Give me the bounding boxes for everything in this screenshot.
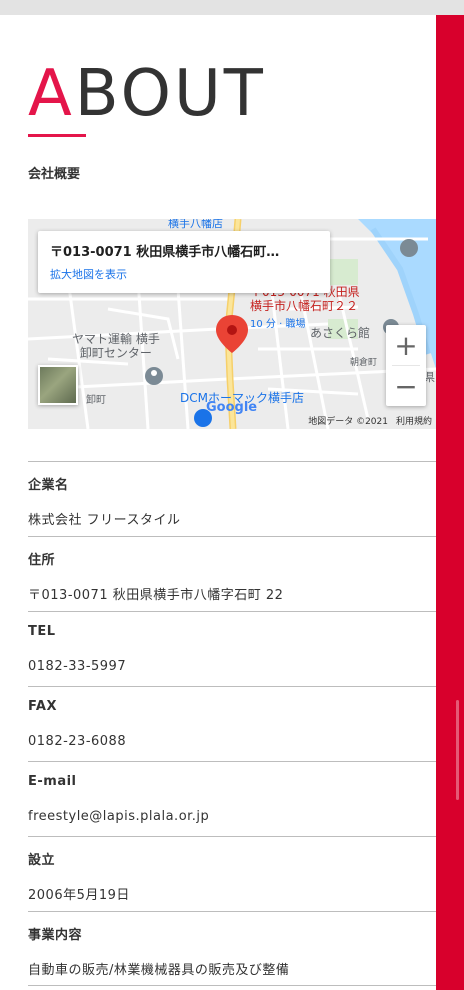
zoom-out-button[interactable]: −	[386, 366, 426, 406]
map-terms-link[interactable]: 利用規約	[396, 417, 432, 427]
google-map[interactable]: 〒013-0071 秋田県 横手市八幡石町２２ 10 分 · 職場 ヤマト運輸 …	[28, 219, 436, 429]
info-value: 0182-23-6088	[28, 734, 127, 749]
info-row-established: 設立 2006年5月19日	[28, 836, 436, 911]
info-row-business: 事業内容 自動車の販売/林業機械器具の販売及び整備	[28, 911, 436, 986]
map-poi-yamato-line1: ヤマト運輸 横手	[72, 332, 160, 346]
info-value: 自動車の販売/林業機械器具の販売及び整備	[28, 963, 290, 978]
map-zoom-controls: + −	[386, 325, 426, 406]
map-card-address: 〒013-0071 秋田県横手市八幡石町…	[50, 245, 280, 260]
info-label: 住所	[28, 553, 56, 568]
map-poi-oroshi: 卸町	[86, 395, 106, 406]
info-value: 0182-33-5997	[28, 659, 127, 674]
info-value: 〒013-0071 秋田県横手市八幡字石町 22	[28, 588, 284, 603]
page-title-rest: BOUT	[74, 57, 266, 131]
info-row-company: 企業名 株式会社 フリースタイル	[28, 461, 436, 536]
google-logo: Google	[206, 400, 258, 415]
info-value: 株式会社 フリースタイル	[28, 513, 181, 528]
info-label: 設立	[28, 853, 56, 868]
side-accent-bar	[436, 15, 464, 990]
info-label: 事業内容	[28, 928, 83, 943]
map-pin-label-line2: 横手市八幡石町２２	[250, 299, 359, 313]
zoom-in-button[interactable]: +	[386, 325, 426, 365]
scrollbar[interactable]	[456, 700, 459, 800]
company-info-table: 企業名 株式会社 フリースタイル 住所 〒013-0071 秋田県横手市八幡字石…	[28, 461, 436, 986]
map-poi-top-store: 横手八幡店	[168, 219, 223, 230]
section-subtitle: 会社概要	[28, 167, 81, 182]
map-data-attribution: 地図データ ©2021	[308, 417, 388, 427]
satellite-toggle[interactable]	[38, 365, 78, 405]
map-info-card: 〒013-0071 秋田県横手市八幡石町… 拡大地図を表示	[38, 231, 330, 293]
page-title-first-letter: A	[28, 57, 75, 131]
browser-top-bar	[0, 0, 464, 15]
info-label: FAX	[28, 699, 57, 714]
info-label: TEL	[28, 624, 56, 639]
info-label: E-mail	[28, 774, 77, 789]
info-row-tel: TEL 0182-33-5997	[28, 611, 436, 686]
info-value: 2006年5月19日	[28, 888, 130, 903]
info-row-fax: FAX 0182-23-6088	[28, 686, 436, 761]
map-poi-yamato: ヤマト運輸 横手 卸町センター	[72, 332, 160, 360]
info-row-email: E-mail freestyle@lapis.plala.or.jp	[28, 761, 436, 836]
info-value-email[interactable]: freestyle@lapis.plala.or.jp	[28, 809, 209, 824]
info-row-address: 住所 〒013-0071 秋田県横手市八幡字石町 22	[28, 536, 436, 611]
page-title: ABOUT	[28, 59, 266, 129]
map-footer: 地図データ ©2021 利用規約	[300, 414, 432, 427]
map-poi-yamato-line2: 卸町センター	[79, 346, 152, 360]
map-poi-station: 朝倉町	[350, 358, 378, 368]
map-poi-asakura: あさくら館	[310, 326, 371, 340]
info-label: 企業名	[28, 478, 69, 493]
view-larger-map-link[interactable]: 拡大地図を表示	[50, 266, 318, 282]
title-underline	[28, 134, 86, 137]
map-transit-label: 10 分 · 職場	[250, 319, 306, 330]
